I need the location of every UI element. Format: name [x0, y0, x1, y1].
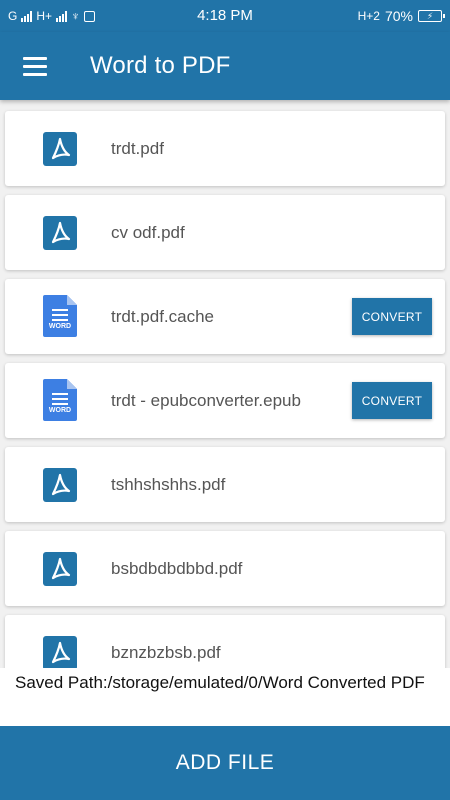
status-bar: G H+ ♆ 4:18 PM H+2 70% ⚡ [0, 0, 450, 32]
status-left: G H+ ♆ [8, 9, 96, 23]
battery-charging-icon: ⚡ [418, 10, 445, 22]
file-name: bsbdbdbdbbd.pdf [111, 558, 243, 578]
status-right: H+2 70% ⚡ [357, 8, 445, 24]
file-list-item[interactable]: WORD trdt - epubconverter.epub CONVERT [5, 363, 445, 438]
word-document-icon: WORD [43, 379, 77, 421]
word-icon-label: WORD [48, 323, 72, 330]
network-right-label: H+2 [357, 9, 380, 23]
battery-percent: 70% [384, 8, 413, 24]
file-name: tshhshshhs.pdf [111, 474, 226, 494]
add-file-button[interactable]: ADD FILE [0, 726, 450, 800]
file-list-item[interactable]: trdt.pdf [5, 111, 445, 186]
usb-icon: ♆ [71, 9, 81, 23]
pdf-file-icon [43, 636, 77, 668]
signal-icon [21, 10, 33, 22]
word-icon-label: WORD [48, 407, 72, 414]
file-list-item[interactable]: bsbdbdbdbbd.pdf [5, 531, 445, 606]
file-list-item[interactable]: bznzbzbsb.pdf [5, 615, 445, 668]
file-list[interactable]: trdt.pdf cv odf.pdf WORD trdt.pdf.cache CO… [0, 100, 450, 668]
pdf-file-icon [43, 552, 77, 586]
file-name: trdt - epubconverter.epub [111, 390, 301, 410]
page-title: Word to PDF [90, 52, 231, 79]
file-list-item[interactable]: WORD trdt.pdf.cache CONVERT [5, 279, 445, 354]
file-name: trdt.pdf [111, 138, 164, 158]
app-bar: Word to PDF [0, 32, 450, 100]
convert-button[interactable]: CONVERT [352, 382, 432, 419]
file-list-item[interactable]: tshhshshhs.pdf [5, 447, 445, 522]
hamburger-menu-icon [23, 57, 47, 76]
pdf-file-icon [43, 216, 77, 250]
saved-path-text: Saved Path:/storage/emulated/0/Word Conv… [0, 668, 450, 726]
file-name: bznzbzbsb.pdf [111, 642, 221, 662]
pdf-file-icon [43, 468, 77, 502]
signal-icon-2 [56, 10, 68, 22]
menu-button[interactable] [0, 32, 70, 100]
convert-button[interactable]: CONVERT [352, 298, 432, 335]
network-type-label: H+ [36, 9, 53, 23]
notification-icon [84, 10, 96, 22]
file-name: trdt.pdf.cache [111, 306, 215, 326]
file-name: cv odf.pdf [111, 222, 185, 242]
word-document-icon: WORD [43, 295, 77, 337]
file-list-item[interactable]: cv odf.pdf [5, 195, 445, 270]
pdf-file-icon [43, 132, 77, 166]
carrier-label: G [8, 9, 18, 23]
